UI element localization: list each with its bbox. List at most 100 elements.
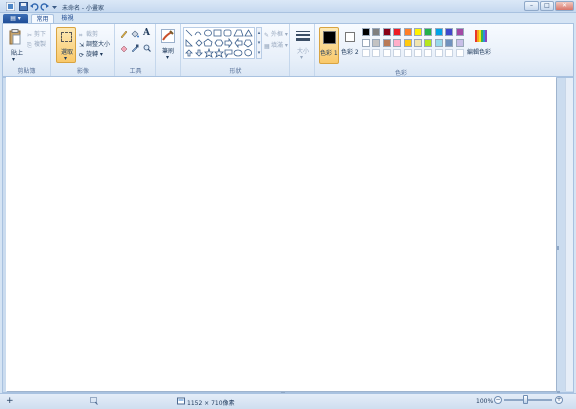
save-icon[interactable]	[19, 2, 28, 11]
resize-button[interactable]: ⇲ 調整大小	[79, 39, 110, 49]
chevron-down-icon: ▾	[64, 55, 68, 62]
color-swatch[interactable]	[424, 49, 433, 57]
tools-group: A 工具	[116, 24, 156, 76]
color-swatch[interactable]	[445, 49, 454, 57]
clipboard-group-label: 剪貼簿	[17, 68, 36, 75]
color-swatch[interactable]	[455, 49, 464, 57]
undo-icon[interactable]	[30, 2, 39, 11]
fill-icon: ▦	[264, 43, 270, 50]
color-swatch[interactable]	[382, 28, 391, 36]
color-swatch[interactable]	[393, 28, 402, 36]
size-button[interactable]: 大小 ▾	[294, 28, 312, 62]
vertical-scrollbar[interactable]	[565, 78, 573, 391]
customize-dropdown-icon[interactable]	[50, 2, 59, 11]
redo-icon[interactable]	[40, 2, 49, 11]
shapes-group: ▴ ▾ ▾ ✎ 外框 ▾ ▦填滿 ▾ 形狀	[182, 24, 290, 76]
color-swatch[interactable]	[362, 28, 370, 36]
close-button[interactable]: ✕	[555, 1, 574, 11]
shapes-gallery-icons	[185, 29, 253, 58]
color-swatch[interactable]	[455, 38, 464, 47]
tools-group-label: 工具	[129, 68, 142, 75]
zoom-out-button[interactable]: −	[494, 396, 502, 404]
size-group: 大小 ▾	[291, 24, 315, 76]
image-group-label: 影像	[76, 68, 89, 75]
paste-button[interactable]: 貼上 ▾	[7, 27, 23, 65]
drawing-canvas[interactable]	[6, 77, 556, 391]
select-rectangle-icon	[61, 32, 72, 42]
paste-icon	[9, 29, 21, 45]
ribbon: 貼上 ▾ ✂ 剪下 ⎘ 複製 剪貼簿 選取 ▾ ⌗ 裁剪 ⇲ 調整大小 ⟳ 旋轉 ▾ 影像…	[2, 23, 574, 77]
copy-button[interactable]: ⎘ 複製	[27, 39, 46, 49]
minimize-button[interactable]: –	[524, 1, 539, 11]
color-swatch[interactable]	[445, 38, 454, 47]
cursor-position-icon: +	[6, 396, 14, 406]
select-button[interactable]: 選取 ▾	[56, 27, 76, 63]
color2-label: 色彩 2	[341, 49, 359, 56]
color-swatch[interactable]	[372, 28, 381, 36]
crop-icon: ⌗	[79, 32, 83, 39]
color-swatch[interactable]	[382, 38, 391, 47]
color-swatch[interactable]	[414, 28, 422, 36]
zoom-in-button[interactable]: +	[555, 396, 563, 404]
text-tool[interactable]: A	[143, 28, 150, 38]
fill-button[interactable]: ▦填滿 ▾	[264, 40, 288, 50]
color-swatch[interactable]	[434, 28, 443, 36]
outline-button[interactable]: ✎ 外框 ▾	[264, 29, 288, 39]
color-swatch[interactable]	[424, 28, 433, 36]
color-swatch[interactable]	[393, 38, 402, 47]
chevron-down-icon: ▾	[12, 56, 16, 63]
selection-size-icon	[90, 397, 98, 405]
color-swatch[interactable]	[393, 49, 402, 57]
edit-colors-button[interactable]: 編輯色彩	[467, 27, 495, 64]
shapes-group-label: 形狀	[229, 68, 242, 75]
crop-button[interactable]: ⌗ 裁剪	[79, 29, 98, 39]
color-swatch[interactable]	[372, 38, 381, 47]
zoom-level: 100%	[476, 398, 494, 405]
canvas-size-text: 1152 × 710像素	[187, 400, 235, 407]
zoom-slider[interactable]	[504, 399, 552, 401]
image-size-icon	[177, 397, 185, 405]
brushes-group: 筆刷 ▾	[157, 24, 181, 76]
canvas-resize-handle-right[interactable]	[557, 246, 559, 250]
eraser-icon[interactable]	[120, 44, 128, 52]
shapes-scroll[interactable]: ▴ ▾ ▾	[256, 27, 262, 59]
brushes-button[interactable]: 筆刷 ▾	[159, 27, 178, 63]
color-swatch[interactable]	[372, 49, 381, 57]
color2-button[interactable]: 色彩 2	[341, 27, 361, 64]
title-bar: 未命名 - 小畫家 – □ ✕	[0, 0, 576, 13]
paint-app-icon	[6, 2, 15, 11]
status-bar: + 1152 × 710像素 100%	[0, 393, 576, 409]
clipboard-group: 貼上 ▾ ✂ 剪下 ⎘ 複製 剪貼簿	[3, 24, 51, 76]
ribbon-tab-bar	[0, 13, 576, 23]
rotate-icon: ⟳	[79, 52, 85, 59]
shapes-gallery[interactable]	[183, 27, 255, 59]
color-swatch[interactable]	[424, 38, 433, 47]
color-swatch[interactable]	[362, 38, 370, 47]
color-swatch[interactable]	[445, 28, 454, 36]
color1-button[interactable]: 色彩 1	[319, 27, 339, 64]
maximize-button[interactable]: □	[540, 1, 554, 11]
colors-group-label: 色彩	[395, 70, 408, 77]
color-swatch[interactable]	[455, 28, 464, 36]
resize-icon: ⇲	[79, 42, 85, 49]
chevron-down-icon: ▾	[166, 54, 170, 61]
pencil-icon[interactable]	[120, 30, 128, 38]
color-picker-icon[interactable]	[131, 44, 139, 52]
color-swatch[interactable]	[403, 38, 412, 47]
color-swatch[interactable]	[382, 49, 391, 57]
color-swatch[interactable]	[403, 49, 412, 57]
magnifier-icon[interactable]	[143, 44, 151, 52]
fill-bucket-icon[interactable]	[131, 30, 139, 38]
cut-button[interactable]: ✂ 剪下	[27, 29, 46, 39]
color-swatch[interactable]	[403, 28, 412, 36]
tab-home[interactable]: 常用	[31, 14, 54, 23]
color-swatch[interactable]	[434, 38, 443, 47]
rotate-button[interactable]: ⟳ 旋轉 ▾	[79, 49, 103, 59]
zoom-slider-thumb[interactable]	[523, 395, 528, 404]
paint-menu-button[interactable]: ▤ ▾	[3, 14, 28, 23]
color-swatch[interactable]	[434, 49, 443, 57]
color-swatch[interactable]	[414, 38, 422, 47]
color-swatch[interactable]	[414, 49, 422, 57]
color-swatch[interactable]	[362, 49, 370, 57]
tab-view[interactable]: 檢視	[56, 14, 79, 23]
